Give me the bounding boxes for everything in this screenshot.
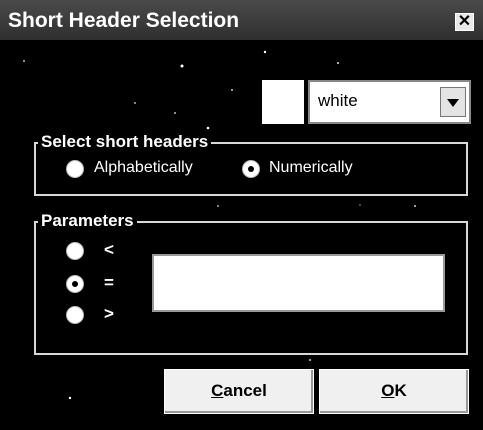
radio-less-than[interactable] (66, 242, 84, 260)
radio-equals[interactable] (66, 275, 84, 293)
ok-button[interactable]: OK (319, 369, 469, 414)
ok-label: K (394, 381, 407, 400)
alphabetically-label: Alphabetically (94, 159, 193, 176)
color-dropdown-value: white (318, 91, 358, 110)
select-short-headers-group: Select short headers Alphabetically Nume… (34, 132, 468, 196)
ok-mnemonic: O (381, 381, 395, 400)
window-title: Short Header Selection (8, 9, 240, 32)
dropdown-arrow-button[interactable] (440, 87, 466, 117)
title-bar: Short Header Selection ✕ (0, 0, 483, 40)
radio-numerically[interactable] (242, 160, 260, 178)
equals-label: = (104, 273, 114, 292)
cancel-button[interactable]: Cancel (164, 369, 314, 414)
color-dropdown[interactable]: white (308, 80, 471, 124)
radio-alphabetically[interactable] (66, 160, 84, 178)
parameter-value-input[interactable] (152, 254, 445, 312)
less-than-label: < (104, 240, 114, 259)
select-short-headers-label: Select short headers (38, 132, 212, 152)
numerically-label: Numerically (269, 159, 353, 176)
close-icon[interactable]: ✕ (455, 13, 474, 31)
cancel-label: ancel (223, 381, 267, 400)
parameters-group: Parameters < = > (34, 211, 468, 355)
color-swatch (262, 80, 304, 124)
dialog-window: Short Header Selection ✕ white Select sh… (0, 0, 483, 430)
greater-than-label: > (104, 304, 114, 323)
cancel-mnemonic: C (211, 381, 224, 400)
radio-greater-than[interactable] (66, 306, 84, 324)
parameters-label: Parameters (38, 211, 137, 231)
chevron-down-icon (447, 99, 459, 107)
